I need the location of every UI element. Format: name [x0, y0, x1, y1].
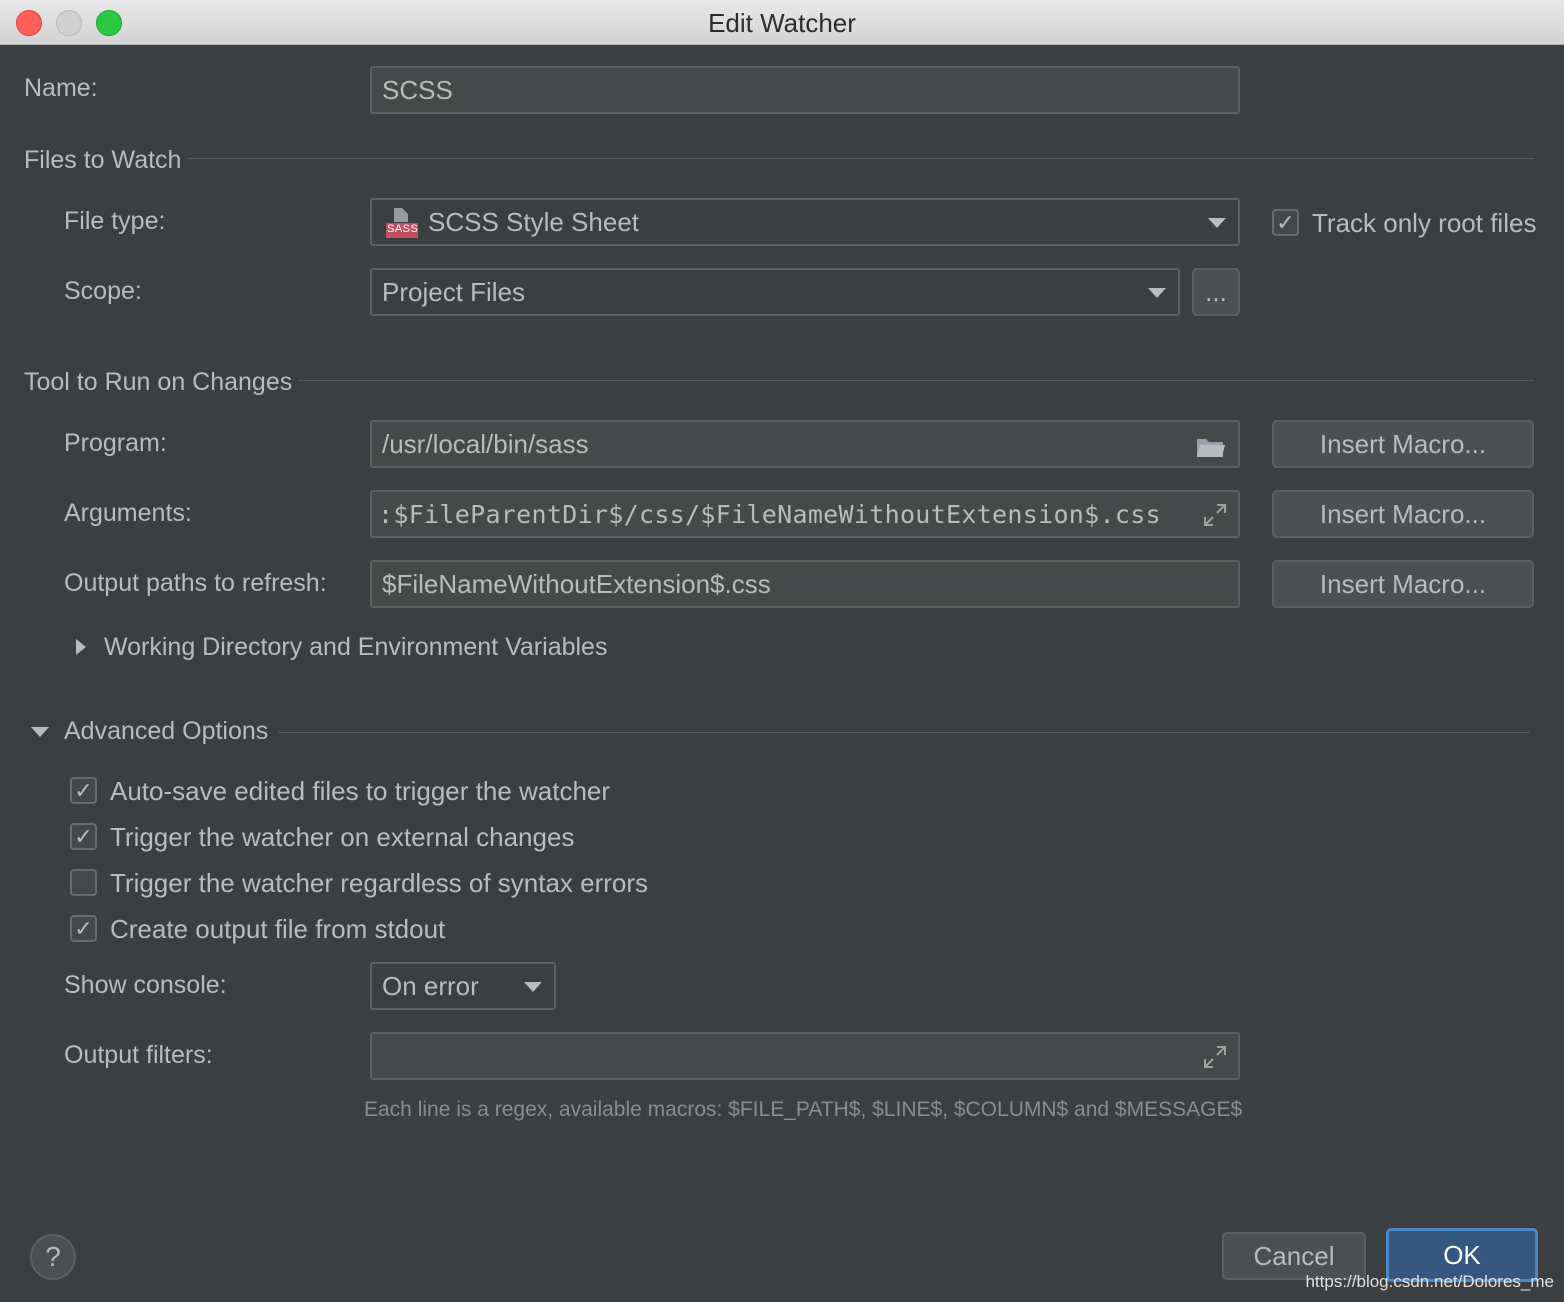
insert-macro-output-label: Insert Macro...: [1319, 568, 1487, 599]
output-filters-label: Output filters:: [64, 1041, 213, 1069]
scope-select[interactable]: Project Files: [370, 268, 1180, 316]
check-icon: ✓: [74, 916, 93, 941]
file-type-label: File type:: [64, 207, 166, 235]
arguments-value: :$FileParentDir$/css/$FileNameWithoutExt…: [378, 499, 1161, 529]
scope-more-button[interactable]: ...: [1192, 268, 1240, 316]
chevron-right-icon[interactable]: [76, 639, 86, 655]
window-title: Edit Watcher: [708, 8, 856, 38]
auto-save-checkbox[interactable]: ✓: [70, 777, 97, 804]
syntax-errors-checkbox[interactable]: [70, 869, 97, 896]
show-console-label: Show console:: [64, 971, 227, 999]
chevron-down-icon: [1148, 288, 1166, 298]
check-icon: ✓: [1276, 210, 1295, 235]
chevron-down-icon: [1208, 218, 1226, 228]
auto-save-label: Auto-save edited files to trigger the wa…: [110, 776, 611, 806]
stdout-output-checkbox[interactable]: ✓: [70, 915, 97, 942]
output-paths-value: $FileNameWithoutExtension$.css: [382, 568, 771, 599]
tool-to-run-separator: [298, 380, 1534, 381]
scope-more-label: ...: [1205, 276, 1227, 307]
stdout-output-label: Create output file from stdout: [110, 914, 446, 944]
show-console-value: On error: [382, 970, 479, 1001]
arguments-label: Arguments:: [64, 499, 192, 527]
check-icon: ✓: [74, 778, 93, 803]
sass-file-icon: SASS: [386, 206, 418, 238]
output-paths-label: Output paths to refresh:: [64, 569, 327, 597]
advanced-options-heading[interactable]: Advanced Options: [64, 717, 268, 746]
program-value: /usr/local/bin/sass: [382, 428, 589, 459]
track-root-checkbox[interactable]: ✓: [1272, 209, 1299, 236]
output-filters-input[interactable]: [370, 1032, 1240, 1080]
cancel-label: Cancel: [1253, 1240, 1335, 1271]
sass-icon-text: SASS: [387, 223, 419, 235]
chevron-down-icon: [524, 982, 542, 992]
external-changes-checkbox[interactable]: ✓: [70, 823, 97, 850]
help-icon: ?: [45, 1241, 61, 1272]
title-bar: Edit Watcher: [0, 0, 1564, 45]
name-input[interactable]: SCSS: [370, 66, 1240, 114]
chevron-down-icon[interactable]: [31, 727, 49, 737]
insert-macro-output-button[interactable]: Insert Macro...: [1272, 560, 1534, 608]
expand-icon[interactable]: [1202, 1044, 1228, 1070]
check-icon: ✓: [74, 824, 93, 849]
insert-macro-program-label: Insert Macro...: [1319, 428, 1487, 459]
ok-label: OK: [1443, 1239, 1481, 1270]
name-input-value: SCSS: [382, 74, 453, 105]
name-label: Name:: [24, 74, 98, 102]
track-root-label: Track only root files: [1312, 208, 1537, 238]
output-paths-input[interactable]: $FileNameWithoutExtension$.css: [370, 560, 1240, 608]
program-label: Program:: [64, 429, 167, 457]
advanced-options-separator: [278, 732, 1530, 733]
program-input[interactable]: /usr/local/bin/sass: [370, 420, 1240, 468]
watermark-text: https://blog.csdn.net/Dolores_me: [1305, 1272, 1554, 1291]
output-filters-hint: Each line is a regex, available macros: …: [364, 1098, 1243, 1121]
file-type-select[interactable]: SASS SCSS Style Sheet: [370, 198, 1240, 246]
syntax-errors-label: Trigger the watcher regardless of syntax…: [110, 868, 649, 898]
files-to-watch-separator: [188, 158, 1534, 159]
scope-label: Scope:: [64, 277, 142, 305]
insert-macro-program-button[interactable]: Insert Macro...: [1272, 420, 1534, 468]
arguments-input[interactable]: :$FileParentDir$/css/$FileNameWithoutExt…: [370, 490, 1240, 538]
scope-value: Project Files: [382, 276, 526, 307]
file-type-value: SCSS Style Sheet: [428, 206, 639, 237]
expand-icon[interactable]: [1202, 502, 1228, 528]
external-changes-label: Trigger the watcher on external changes: [110, 822, 575, 852]
help-button[interactable]: ?: [30, 1234, 76, 1280]
working-directory-toggle[interactable]: Working Directory and Environment Variab…: [104, 633, 607, 662]
show-console-select[interactable]: On error: [370, 962, 556, 1010]
insert-macro-arguments-label: Insert Macro...: [1319, 498, 1487, 529]
tool-to-run-heading: Tool to Run on Changes: [24, 368, 293, 396]
files-to-watch-heading: Files to Watch: [24, 146, 182, 174]
folder-icon[interactable]: [1196, 434, 1226, 457]
insert-macro-arguments-button[interactable]: Insert Macro...: [1272, 490, 1534, 538]
